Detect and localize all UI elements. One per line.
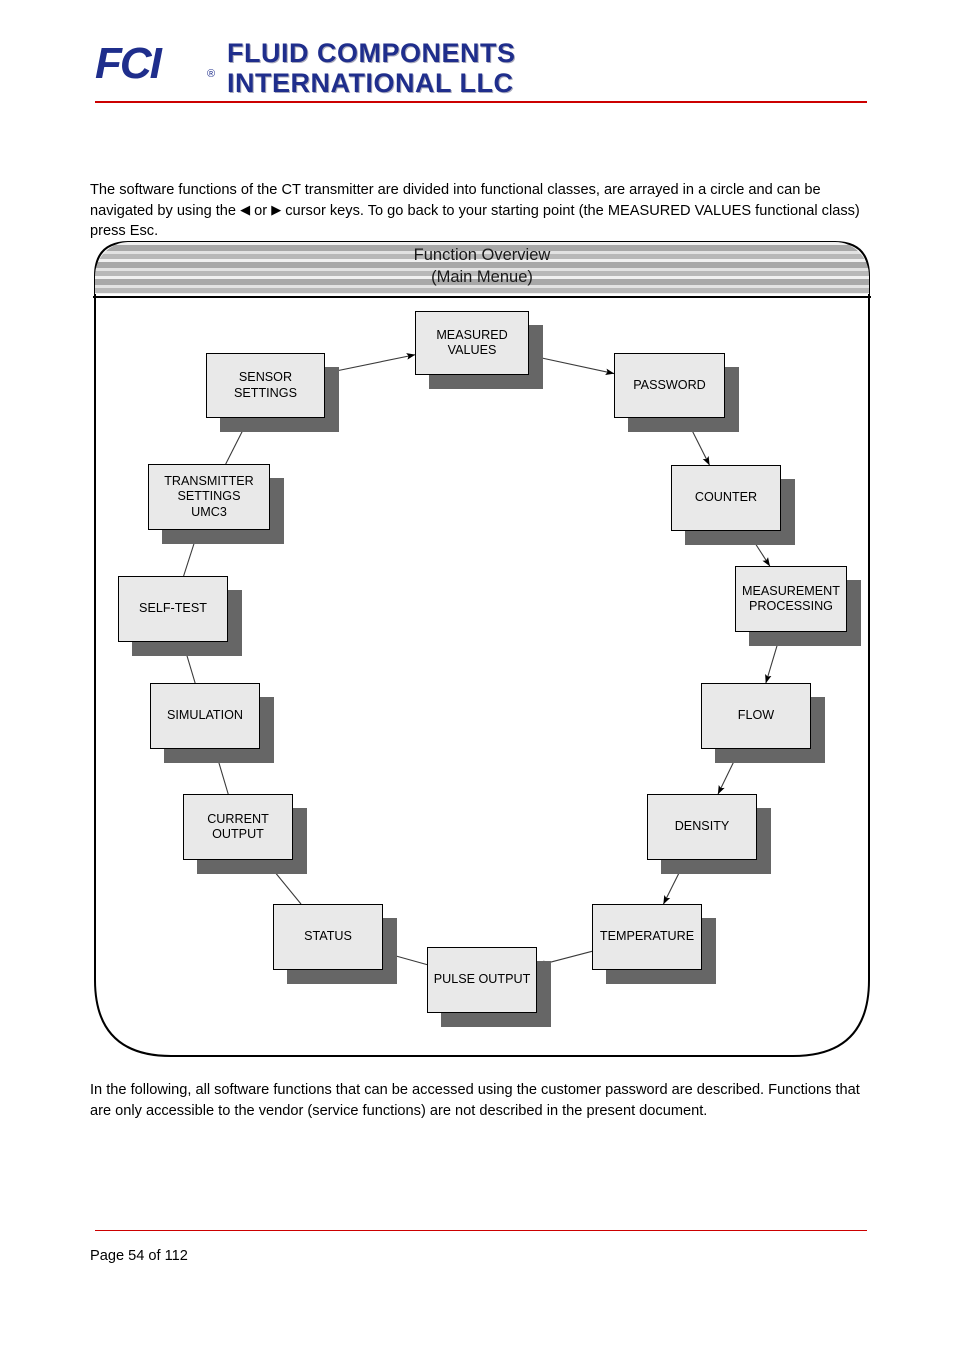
intro-text-b: or xyxy=(250,202,272,219)
page-number: Page 54 of 112 xyxy=(90,1248,188,1264)
node-label: FLOW xyxy=(737,708,775,723)
fci-logo-icon: FCI xyxy=(95,39,162,88)
node-label: PASSWORD xyxy=(633,377,706,392)
company-name-line2: INTERNATIONAL LLC xyxy=(227,68,514,98)
node-self-test[interactable]: SELF-TEST xyxy=(118,576,228,642)
node-temperature[interactable]: TEMPERATURE xyxy=(592,904,702,970)
outro-paragraph: In the following, all software functions… xyxy=(90,1082,860,1119)
node-label: STATUS xyxy=(304,929,352,944)
company-name: FLUID COMPONENTS INTERNATIONAL LLC xyxy=(227,38,516,98)
intro-paragraph: The software functions of the CT transmi… xyxy=(90,180,875,242)
node-label: TRANSMITTER SETTINGS UMC3 xyxy=(164,473,254,519)
node-transmitter-settings[interactable]: TRANSMITTER SETTINGS UMC3 xyxy=(148,464,270,530)
node-label: SIMULATION xyxy=(166,708,244,723)
cursor-right-icon: ▶ xyxy=(271,201,282,217)
node-pulse-output[interactable]: PULSE OUTPUT xyxy=(427,947,537,1013)
node-label: MEASURED VALUES xyxy=(436,327,508,358)
node-measurement-processing[interactable]: MEASUREMENT PROCESSING xyxy=(735,566,847,632)
cursor-left-icon: ◀ xyxy=(240,201,251,217)
node-label: DENSITY xyxy=(674,819,730,834)
node-password[interactable]: PASSWORD xyxy=(614,353,725,418)
node-label: MEASUREMENT PROCESSING xyxy=(742,583,840,614)
node-label: SELF-TEST xyxy=(139,601,207,616)
footer-divider-rule xyxy=(95,1230,867,1231)
node-label: SENSOR SETTINGS xyxy=(234,370,297,400)
node-counter[interactable]: COUNTER xyxy=(671,465,781,531)
function-overview-diagram: Function Overview (Main Menue) MEASURED … xyxy=(93,240,871,1058)
node-flow[interactable]: FLOW xyxy=(701,683,811,749)
node-label: CURRENT OUTPUT xyxy=(207,811,269,842)
header-divider-rule xyxy=(95,101,867,103)
node-status[interactable]: STATUS xyxy=(273,904,383,970)
node-label: PULSE OUTPUT xyxy=(433,972,531,987)
registered-trademark-icon: ® xyxy=(207,68,216,80)
company-logo: FCI ® FLUID COMPONENTS INTERNATIONAL LLC xyxy=(95,38,865,100)
node-current-output[interactable]: CURRENT OUTPUT xyxy=(183,794,293,860)
node-simulation[interactable]: SIMULATION xyxy=(150,683,260,749)
node-label: COUNTER xyxy=(694,490,758,505)
node-density[interactable]: DENSITY xyxy=(647,794,757,860)
node-label: TEMPERATURE xyxy=(599,929,695,944)
company-name-line1: FLUID COMPONENTS xyxy=(227,38,516,68)
node-sensor-settings[interactable]: SENSOR SETTINGS xyxy=(206,353,325,418)
node-measured-values[interactable]: MEASURED VALUES xyxy=(415,311,529,375)
